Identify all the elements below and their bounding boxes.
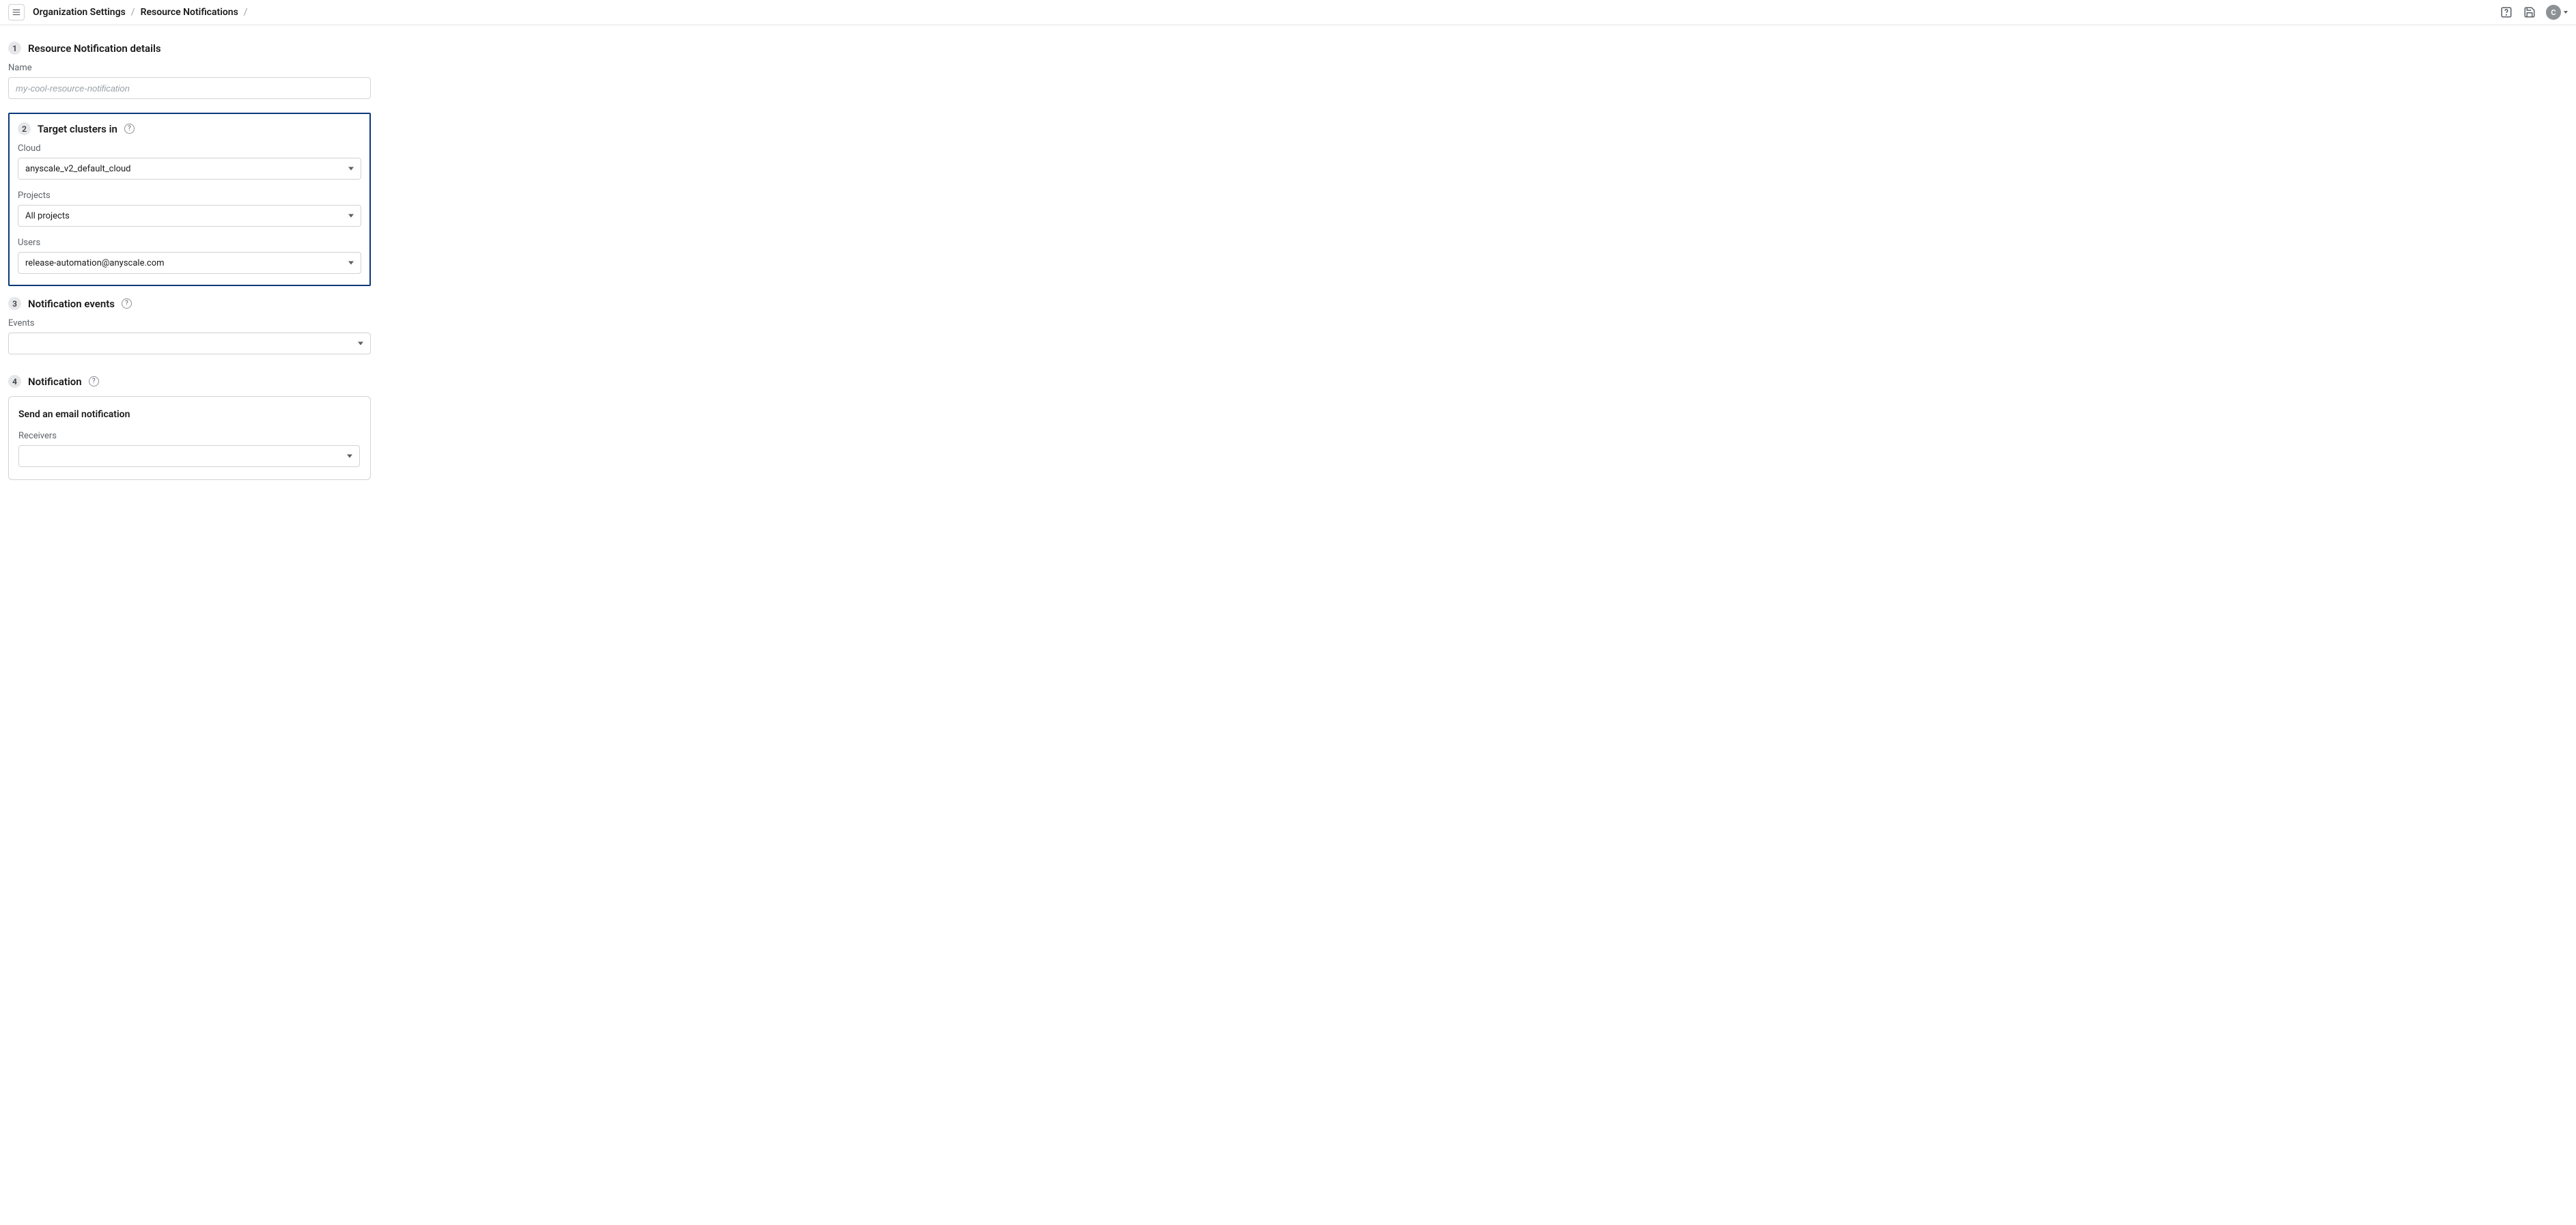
receivers-label: Receivers: [18, 431, 361, 441]
field-projects: Projects All projects: [18, 191, 361, 227]
menu-toggle-button[interactable]: [8, 4, 25, 20]
menu-icon: [12, 8, 21, 17]
card-title: Send an email notification: [18, 409, 361, 420]
users-select[interactable]: release-automation@anyscale.com: [18, 252, 361, 274]
section-title: Notification: [28, 376, 82, 388]
save-icon: [2523, 6, 2536, 18]
field-cloud: Cloud anyscale_v2_default_cloud: [18, 143, 361, 180]
breadcrumb-separator: /: [131, 7, 135, 18]
step-number: 2: [18, 122, 31, 135]
name-input[interactable]: [8, 77, 371, 99]
section-title: Notification events: [28, 298, 115, 310]
users-label: Users: [18, 238, 361, 248]
field-events: Events: [8, 318, 371, 354]
chevron-down-icon: [2564, 11, 2568, 14]
cloud-select[interactable]: anyscale_v2_default_cloud: [18, 158, 361, 180]
email-notification-card: Send an email notification Receivers: [8, 396, 371, 480]
field-name: Name: [8, 63, 371, 99]
cloud-select-value: anyscale_v2_default_cloud: [25, 164, 131, 174]
breadcrumb-org-settings[interactable]: Organization Settings: [33, 7, 126, 18]
user-menu[interactable]: C: [2546, 5, 2568, 20]
projects-select-value: All projects: [25, 211, 70, 221]
section-events: 3 Notification events ? Events: [8, 290, 371, 368]
field-users: Users release-automation@anyscale.com: [18, 238, 361, 274]
projects-label: Projects: [18, 191, 361, 201]
help-square-icon: [2500, 6, 2512, 18]
topbar-right: C: [2500, 5, 2568, 20]
events-select[interactable]: [8, 333, 371, 354]
help-icon[interactable]: ?: [124, 124, 135, 134]
save-button[interactable]: [2523, 5, 2536, 19]
section-header: 3 Notification events ?: [8, 297, 371, 310]
section-title: Target clusters in: [38, 123, 117, 135]
section-header: 1 Resource Notification details: [8, 42, 371, 55]
section-details: 1 Resource Notification details Name: [8, 35, 371, 113]
section-header: 2 Target clusters in ?: [18, 122, 361, 135]
field-receivers: Receivers: [18, 431, 361, 467]
step-number: 4: [8, 375, 21, 388]
help-button[interactable]: [2500, 5, 2513, 19]
chevron-down-icon: [347, 455, 352, 458]
topbar-left: Organization Settings / Resource Notific…: [8, 4, 248, 20]
chevron-down-icon: [358, 342, 363, 346]
breadcrumb: Organization Settings / Resource Notific…: [33, 7, 248, 18]
step-number: 3: [8, 297, 21, 310]
chevron-down-icon: [348, 167, 354, 171]
help-icon[interactable]: ?: [122, 298, 132, 309]
section-title: Resource Notification details: [28, 42, 161, 55]
section-notification: 4 Notification ? Send an email notificat…: [8, 368, 371, 494]
cloud-label: Cloud: [18, 143, 361, 154]
events-label: Events: [8, 318, 371, 328]
name-label: Name: [8, 63, 371, 73]
topbar: Organization Settings / Resource Notific…: [0, 0, 2576, 25]
projects-select[interactable]: All projects: [18, 205, 361, 227]
step-number: 1: [8, 42, 21, 55]
breadcrumb-resource-notifications[interactable]: Resource Notifications: [141, 7, 238, 18]
avatar: C: [2546, 5, 2561, 20]
help-icon[interactable]: ?: [89, 376, 99, 386]
users-select-value: release-automation@anyscale.com: [25, 258, 165, 268]
section-header: 4 Notification ?: [8, 375, 371, 388]
section-target-clusters: 2 Target clusters in ? Cloud anyscale_v2…: [8, 113, 371, 286]
chevron-down-icon: [348, 262, 354, 265]
receivers-select[interactable]: [18, 445, 360, 467]
breadcrumb-separator: /: [244, 7, 248, 18]
main-content: 1 Resource Notification details Name 2 T…: [0, 25, 379, 521]
chevron-down-icon: [348, 214, 354, 218]
